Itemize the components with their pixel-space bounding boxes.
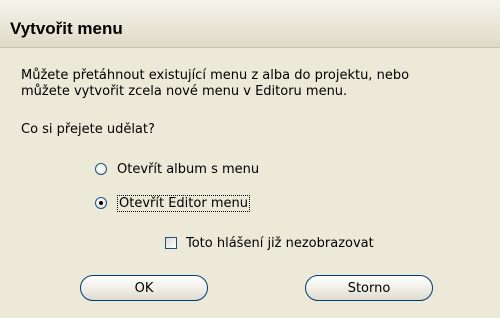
dialog-title: Vytvořit menu (10, 19, 123, 38)
radio-button-selected[interactable] (95, 197, 107, 209)
option-label: Otevřít album s menu (117, 161, 260, 177)
dialog-titlebar: Vytvořit menu (0, 0, 500, 48)
checkbox-box[interactable] (165, 237, 177, 249)
radio-button[interactable] (95, 163, 107, 175)
dont-show-again-checkbox[interactable]: Toto hlášení již nezobrazovat (165, 233, 374, 253)
intro-text: Můžete přetáhnout existující menu z alba… (21, 68, 491, 100)
ok-button[interactable]: OK (80, 275, 208, 301)
checkbox-label: Toto hlášení již nezobrazovat (186, 235, 374, 251)
option-open-album[interactable]: Otevřít album s menu (95, 159, 259, 179)
option-open-editor[interactable]: Otevřít Editor menu (95, 193, 250, 213)
intro-line-1: Můžete přetáhnout existující menu z alba… (21, 68, 410, 83)
option-label: Otevřít Editor menu (117, 194, 250, 212)
cancel-button[interactable]: Storno (305, 275, 433, 301)
question-label: Co si přejete udělat? (21, 122, 155, 137)
create-menu-dialog: Vytvořit menu Můžete přetáhnout existují… (0, 0, 500, 318)
intro-line-2: můžete vytvořit zcela nové menu v Editor… (21, 84, 348, 99)
